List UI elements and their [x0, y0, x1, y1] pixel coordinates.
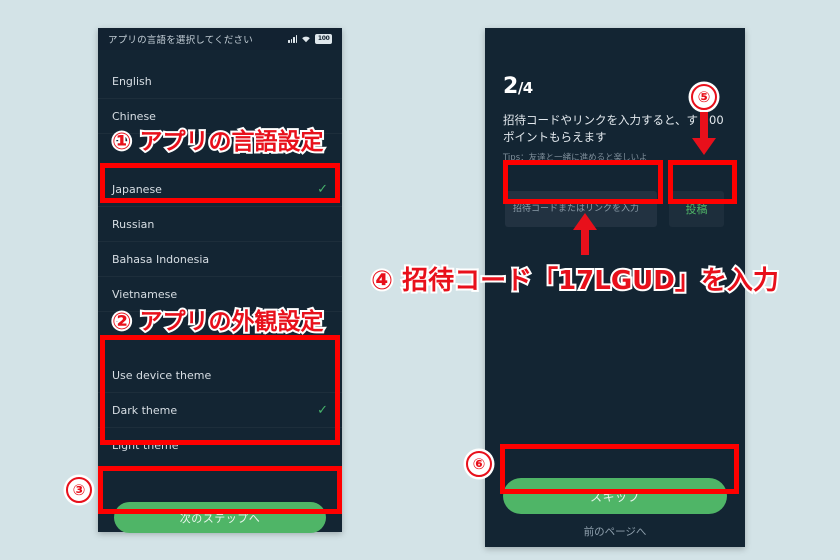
- signal-bars-icon: [288, 35, 298, 43]
- previous-page-link[interactable]: 前のページへ: [485, 524, 745, 539]
- wifi-icon: [301, 35, 311, 43]
- annotation-marker-5: ⑤: [691, 84, 717, 110]
- status-bar-title: アプリの言語を選択してください: [108, 35, 253, 46]
- language-row-japanese[interactable]: Japanese ✓: [98, 172, 342, 207]
- language-list: English Chinese Japanese ✓ Russian Bahas…: [98, 64, 342, 312]
- theme-row-light-theme[interactable]: Light theme: [98, 428, 342, 463]
- annotation-step-1: ① アプリの言語設定: [110, 127, 325, 157]
- annotation-step-4: ④ 招待コード「17LGUD」を入力: [369, 264, 781, 298]
- left-phone-screen: アプリの言語を選択してください 100 English Chinese Japa…: [98, 28, 342, 533]
- language-label: English: [112, 74, 152, 88]
- status-bar-icons: 100: [288, 34, 332, 44]
- annotation-step-2: ② アプリの外観設定: [110, 307, 325, 337]
- next-step-button[interactable]: 次のステップへ: [114, 502, 326, 533]
- skip-button[interactable]: スキップ: [503, 478, 727, 514]
- language-row-english[interactable]: English: [98, 64, 342, 99]
- check-icon: ✓: [317, 402, 328, 418]
- arrow-up-icon: [571, 212, 599, 260]
- theme-label: Light theme: [112, 439, 179, 452]
- battery-icon: 100: [315, 34, 332, 44]
- arrow-down-icon: [690, 112, 718, 160]
- annotation-marker-6: ⑥: [466, 451, 492, 477]
- step-number: 2: [503, 74, 518, 99]
- annotation-marker-3: ③: [66, 477, 92, 503]
- step-counter: 2/4: [503, 74, 533, 99]
- screenshot-canvas: アプリの言語を選択してください 100 English Chinese Japa…: [0, 0, 840, 560]
- language-label: Russian: [112, 217, 155, 231]
- theme-row-use-device-theme[interactable]: Use device theme: [98, 358, 342, 393]
- language-label: Chinese: [112, 109, 156, 123]
- theme-row-dark-theme[interactable]: Dark theme ✓: [98, 393, 342, 428]
- check-icon: ✓: [317, 181, 328, 197]
- theme-list: Use device theme Dark theme ✓ Light them…: [98, 358, 342, 463]
- submit-button[interactable]: 投稿: [669, 191, 724, 227]
- language-label: Vietnamese: [112, 287, 178, 301]
- theme-label: Use device theme: [112, 368, 212, 382]
- status-bar: アプリの言語を選択してください 100: [98, 28, 342, 50]
- language-label: Japanese: [112, 182, 162, 196]
- language-row-russian[interactable]: Russian: [98, 207, 342, 242]
- theme-label: Dark theme: [112, 403, 178, 417]
- step-total: /4: [517, 79, 533, 97]
- language-row-bahasa-indonesia[interactable]: Bahasa Indonesia: [98, 242, 342, 277]
- language-label: Bahasa Indonesia: [112, 252, 210, 266]
